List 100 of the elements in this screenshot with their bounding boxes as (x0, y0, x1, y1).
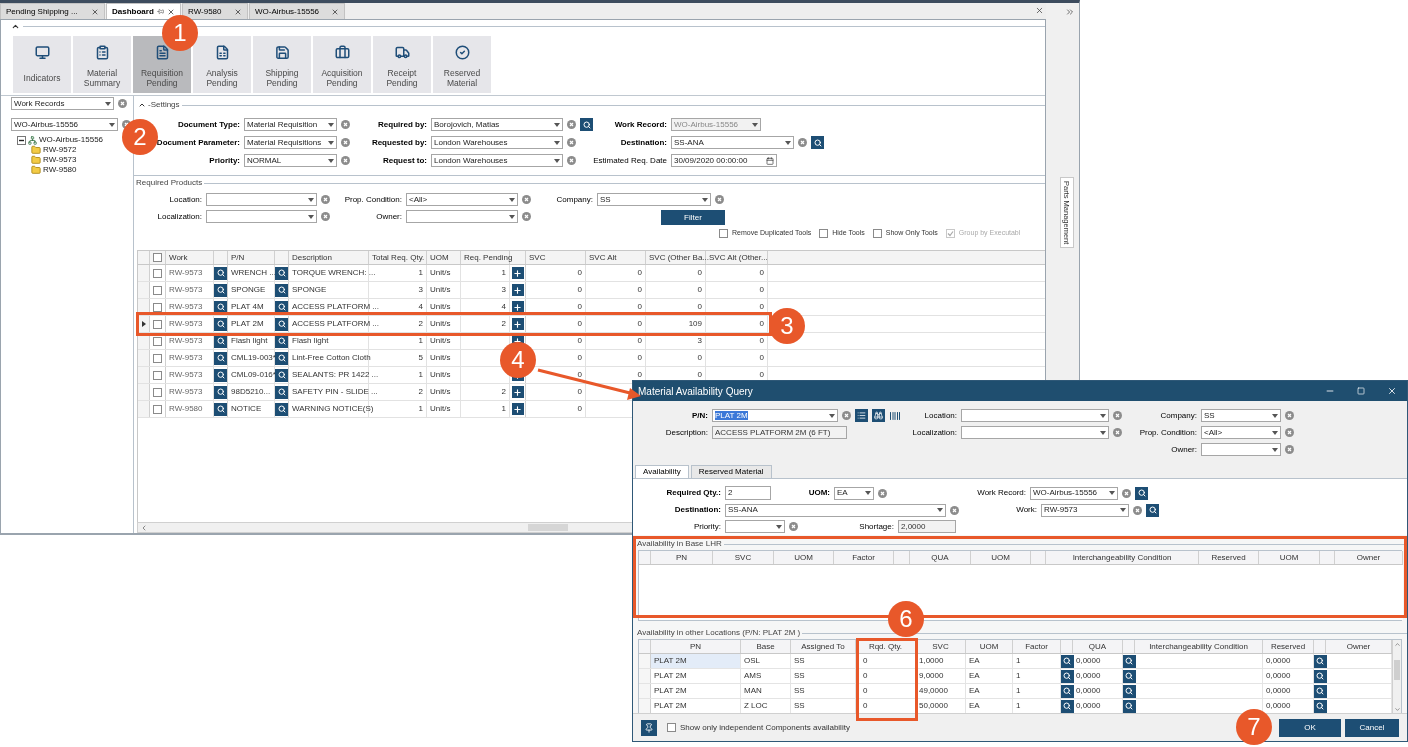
table-cell: 1 (1016, 655, 1021, 667)
table-cell: 0,0000 (1266, 655, 1291, 667)
table-cell: 0 (697, 284, 702, 296)
table-cell: RW-9573 (169, 318, 203, 330)
table-cell: WARNING NOTICE(S) (292, 403, 374, 415)
table-cell: 1 (1016, 700, 1021, 712)
table-cell: 2 (418, 386, 423, 398)
table-cell: 0 (577, 301, 582, 313)
field-label: Shortage: (859, 520, 894, 533)
field-label: Description: (665, 426, 708, 439)
table-cell: RW-9573 (169, 267, 203, 279)
table-cell: 0 (637, 335, 642, 347)
table-cell: WRENCH ... (231, 267, 276, 279)
table-cell: 1 (1016, 670, 1021, 682)
table-cell: RW-9573 (169, 335, 203, 347)
table-cell: 1 (418, 335, 423, 347)
table-cell: Unit/s (430, 352, 451, 364)
table-cell: EA (969, 685, 980, 697)
group-title: -Settings (148, 99, 180, 111)
field-label: Owner: (1171, 443, 1197, 456)
table-cell: 0,0000 (1266, 670, 1291, 682)
table-cell: 0,0000 (1076, 655, 1101, 667)
field-label: Document Type: (177, 118, 240, 131)
table-cell: Unit/s (430, 403, 451, 415)
table-cell: Unit/s (430, 335, 451, 347)
table-cell: AMS (744, 670, 762, 682)
table-cell: PLAT 2M (231, 318, 264, 330)
table-cell: 0,0000 (1076, 670, 1101, 682)
table-cell: 1 (418, 403, 423, 415)
table-cell: 0 (637, 301, 642, 313)
table-cell: 1 (501, 267, 506, 279)
table-cell: 0 (759, 369, 764, 381)
group-title: Availability in Base LHR (637, 538, 722, 550)
table-cell: RW-9573 (169, 284, 203, 296)
field-label: Estimated Req. Date (593, 154, 667, 167)
field-label: Priority: (209, 154, 240, 167)
table-cell: 3 (418, 284, 423, 296)
table-cell: 5 (418, 352, 423, 364)
field-label: Work: (1016, 504, 1037, 516)
table-cell: 0 (697, 301, 702, 313)
field-label: Work Record: (977, 487, 1026, 499)
table-cell: 49,0000 (919, 685, 948, 697)
table-cell: SS (794, 685, 805, 697)
field-label: Destination: (620, 136, 667, 149)
table-cell: PLAT 4M (231, 301, 264, 313)
field-label: Required Qty.: (666, 487, 721, 499)
dialog-title: Material Availability Query (638, 384, 754, 399)
table-cell: SPONGE (231, 284, 266, 296)
table-cell: 1 (501, 403, 506, 415)
table-cell: Unit/s (430, 318, 451, 330)
table-cell: 0 (637, 352, 642, 364)
table-cell: SEALANTS: PR 1422 ... (292, 369, 379, 381)
table-cell: Unit/s (430, 284, 451, 296)
table-cell: 0,0000 (1076, 685, 1101, 697)
field-label: Requested by: (371, 136, 427, 149)
table-cell: 98D5210... (231, 386, 271, 398)
table-cell: 1 (418, 369, 423, 381)
table-cell: EA (969, 670, 980, 682)
table-cell: CML19-003* (231, 352, 276, 364)
table-cell: 0 (759, 267, 764, 279)
table-cell: 2 (418, 318, 423, 330)
table-cell: 0,0000 (1266, 685, 1291, 697)
table-cell: ACCESS PLATFORM ... (292, 301, 379, 313)
table-cell: EA (969, 655, 980, 667)
table-cell: TORQUE WRENCH: ... (292, 267, 376, 279)
table-cell: 0 (637, 284, 642, 296)
field-label: Destination: (674, 504, 721, 516)
table-cell: 0 (577, 284, 582, 296)
table-cell: 50,0000 (919, 700, 948, 712)
field-label: Company: (556, 193, 593, 206)
field-label: Company: (1160, 409, 1197, 422)
table-cell: Z LOC (744, 700, 768, 712)
group-title: Availability in other Locations (P/N: PLAT 2M ) (637, 627, 801, 639)
table-cell: 0 (577, 369, 582, 381)
table-cell: 1 (418, 267, 423, 279)
table-cell: 9,0000 (919, 670, 944, 682)
table-cell: Unit/s (430, 301, 451, 313)
table-cell: RW-9573 (169, 386, 203, 398)
field-label: Priority: (693, 520, 721, 533)
table-cell: SS (794, 670, 805, 682)
field-label: Document Parameter: (156, 136, 240, 149)
table-cell: 0 (863, 685, 868, 697)
table-cell: 3 (697, 335, 702, 347)
field-label: UOM: (808, 487, 830, 499)
table-cell: 0 (697, 369, 702, 381)
table-cell: EA (969, 700, 980, 712)
table-cell: 0 (759, 352, 764, 364)
table-cell: 1,0000 (919, 655, 944, 667)
field-label: P/N: (692, 409, 708, 422)
group-title: Required Products (136, 177, 203, 189)
table-cell: Flash light (231, 335, 268, 347)
field-label: Owner: (376, 210, 402, 223)
table-cell: 3 (501, 284, 506, 296)
field-label: Required by: (378, 118, 427, 131)
table-cell: 109 (688, 318, 702, 330)
table-cell: OSL (744, 655, 760, 667)
table-cell: 0 (697, 352, 702, 364)
table-cell: RW-9580 (169, 403, 203, 415)
table-cell: Unit/s (430, 369, 451, 381)
field-label: Request to: (383, 154, 427, 167)
